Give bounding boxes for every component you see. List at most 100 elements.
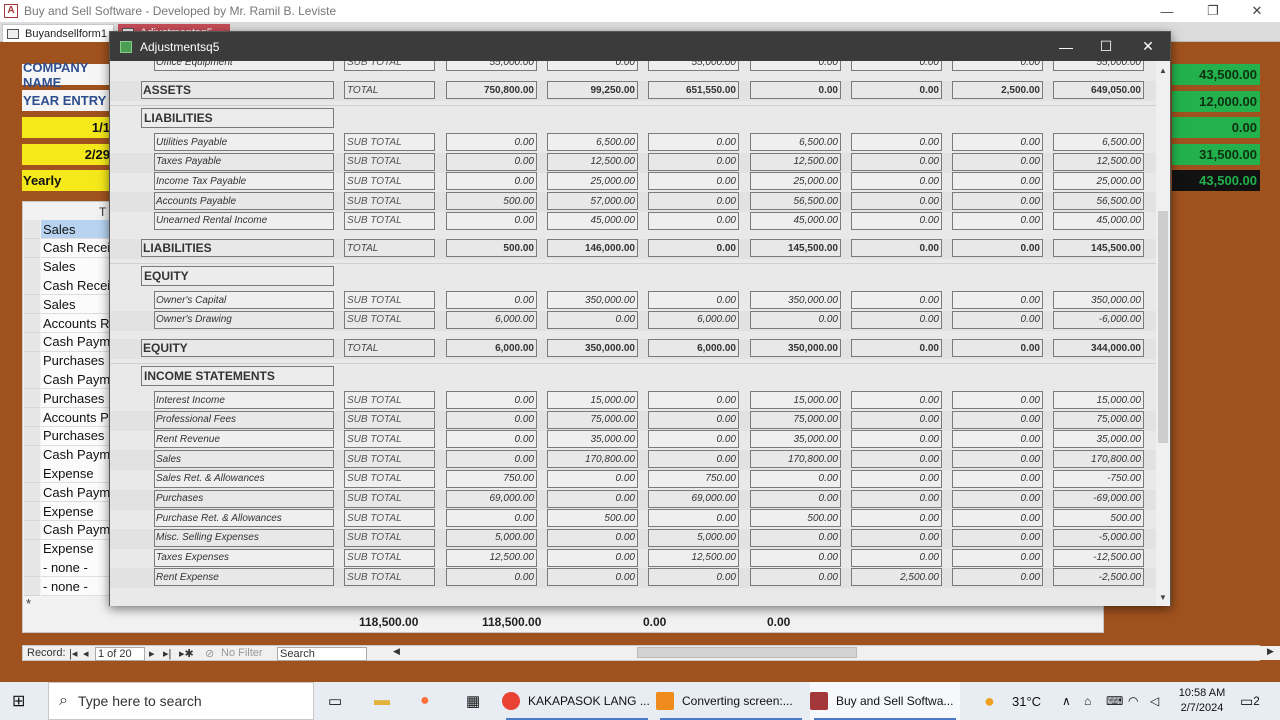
row-selector[interactable] (24, 408, 40, 427)
chevron-up-icon[interactable]: ∧ (1062, 682, 1071, 720)
list-item[interactable]: Cash Receipts (41, 238, 109, 258)
notifications-icon[interactable]: ▭ 2 (1240, 682, 1260, 720)
list-item[interactable]: Accounts Payable (41, 408, 109, 427)
row-selector[interactable] (24, 520, 40, 540)
popup-close-button[interactable]: ✕ (1126, 32, 1170, 61)
list-item[interactable]: Purchases (41, 351, 109, 371)
row-type-label: SUB TOTAL (344, 133, 435, 151)
minimize-button[interactable]: — (1144, 0, 1190, 22)
amount-cell: 500.00 (750, 509, 841, 528)
keyboard-icon[interactable]: ⌨ (1106, 682, 1123, 720)
row-selector[interactable] (24, 257, 40, 277)
amount-cell: 0.00 (952, 391, 1043, 409)
list-item[interactable]: Sales (41, 257, 109, 277)
account-label: Taxes Expenses (154, 548, 334, 567)
scroll-left-arrow[interactable]: ◀ (393, 646, 400, 657)
system-clock[interactable]: 10:58 AM 2/7/2024 (1176, 686, 1228, 716)
no-filter-button[interactable]: No Filter (221, 647, 263, 659)
list-item[interactable]: Expense (41, 464, 109, 484)
record-position-input[interactable]: 1 of 20 (95, 647, 145, 661)
scroll-thumb[interactable] (1158, 211, 1168, 443)
popup-maximize-button[interactable]: ☐ (1084, 32, 1128, 61)
list-item[interactable]: Purchases (41, 426, 109, 446)
row-selector[interactable] (24, 238, 40, 258)
windows-start-icon[interactable]: ⊞ (12, 682, 32, 720)
amount-cell: 0.00 (648, 410, 739, 429)
taskbar-app-access[interactable]: Buy and Sell Softwa... (810, 682, 960, 720)
row-selector[interactable] (24, 558, 40, 578)
list-item[interactable]: Cash Receipts (41, 276, 109, 296)
account-row: Utilities Payable SUB TOTAL 0.00 6,500.00 0.… (110, 133, 1156, 153)
prev-record-button[interactable]: ◂ (83, 647, 89, 660)
row-selector[interactable] (24, 314, 40, 333)
list-item[interactable]: Purchases (41, 389, 109, 409)
vertical-scrollbar[interactable]: ▲ ▼ (1156, 61, 1170, 606)
section-divider (110, 363, 1156, 364)
row-selector[interactable] (24, 276, 40, 296)
file-explorer-icon[interactable]: ▬ (374, 682, 390, 720)
row-selector[interactable] (24, 502, 40, 521)
list-item[interactable]: Cash Payments (41, 520, 109, 540)
close-button[interactable]: ✕ (1234, 0, 1280, 22)
taskbar-app-vlc[interactable]: Converting screen:... (656, 682, 806, 720)
row-selector[interactable] (24, 539, 40, 559)
taskbar-app-chrome[interactable]: KAKAPASOK LANG ... (502, 682, 652, 720)
scroll-right-arrow[interactable]: ▶ (1267, 646, 1274, 657)
list-item[interactable]: Cash Payments (41, 370, 109, 390)
row-selector[interactable] (24, 426, 40, 446)
list-item[interactable]: Sales (41, 220, 109, 239)
amount-cell: 6,000.00 (648, 339, 739, 357)
firefox-icon[interactable]: ● (420, 682, 430, 720)
amount-cell: 0.00 (547, 469, 638, 488)
amount-cell: 146,000.00 (547, 239, 638, 257)
total-cell: 118,500.00 (482, 615, 542, 629)
list-item[interactable]: - none - (41, 558, 109, 578)
row-selector[interactable] (24, 220, 40, 239)
list-item[interactable]: Accounts Receivable (41, 314, 109, 333)
list-item[interactable]: - none - (41, 577, 109, 597)
popup-minimize-button[interactable]: — (1044, 32, 1088, 61)
row-selector[interactable] (24, 577, 40, 597)
task-view-icon[interactable]: ▭ (328, 682, 342, 720)
row-selector[interactable] (24, 332, 40, 352)
row-selector[interactable] (24, 445, 40, 465)
network-icon[interactable]: ⌂ (1084, 682, 1091, 720)
amount-cell: 500.00 (446, 192, 537, 211)
search-input[interactable]: Search (277, 647, 367, 661)
restore-button[interactable]: ❐ (1190, 0, 1236, 22)
weather-temp[interactable]: 31°C (1012, 682, 1041, 720)
calendar-app-icon[interactable]: ▦ (466, 682, 480, 720)
row-selector[interactable] (24, 389, 40, 409)
list-item[interactable]: Expense (41, 539, 109, 559)
tab-buyandsellform1[interactable]: Buyandsellform1 (2, 24, 114, 42)
scroll-thumb[interactable] (637, 647, 857, 658)
amount-cell: 0.00 (446, 410, 537, 429)
equity-header: EQUITY (141, 266, 334, 286)
taskbar-search[interactable]: ⌕ Type here to search (48, 682, 314, 720)
row-selector[interactable] (24, 483, 40, 503)
section-divider (110, 105, 1156, 106)
row-selector[interactable] (24, 370, 40, 390)
row-selector[interactable] (24, 295, 40, 315)
list-item[interactable]: Cash Payments (41, 445, 109, 465)
horizontal-scrollbar[interactable]: ◀ ▶ (391, 646, 1280, 660)
row-selector[interactable] (24, 351, 40, 371)
scroll-down-arrow[interactable]: ▼ (1156, 590, 1170, 604)
new-record-button[interactable]: ▸✱ (179, 647, 194, 660)
list-item[interactable]: Cash Payments (41, 332, 109, 352)
amount-cell: 0.00 (750, 310, 841, 329)
list-item[interactable]: Cash Payments (41, 483, 109, 503)
scroll-up-arrow[interactable]: ▲ (1156, 63, 1170, 77)
amount-cell: 15,000.00 (547, 391, 638, 409)
last-record-button[interactable]: ▸| (163, 647, 171, 660)
speaker-icon[interactable]: ◁ (1150, 682, 1159, 720)
list-item[interactable]: Expense (41, 502, 109, 521)
first-record-button[interactable]: |◂ (69, 647, 77, 660)
app-title-bar: A Buy and Sell Software - Developed by M… (0, 0, 1280, 22)
amount-cell: 0.00 (750, 61, 841, 71)
amount-cell: 0.00 (851, 61, 942, 71)
next-record-button[interactable]: ▸ (149, 647, 155, 660)
row-selector[interactable] (24, 464, 40, 484)
list-item[interactable]: Sales (41, 295, 109, 315)
wifi-icon[interactable]: ◠ (1128, 682, 1138, 720)
